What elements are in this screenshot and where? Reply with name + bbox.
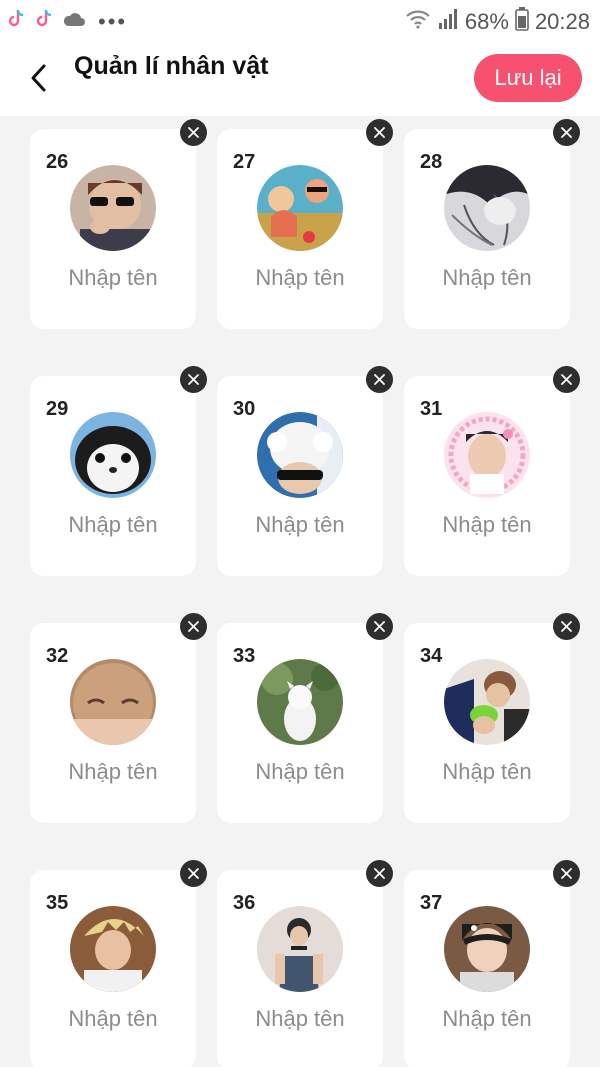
name-input[interactable]: Nhập tên bbox=[404, 759, 570, 785]
delete-character-button[interactable] bbox=[366, 366, 393, 393]
back-button[interactable] bbox=[22, 58, 54, 98]
character-card: 26 Nhập tên bbox=[30, 129, 196, 329]
delete-character-button[interactable] bbox=[553, 119, 580, 146]
delete-character-button[interactable] bbox=[180, 119, 207, 146]
character-number: 29 bbox=[46, 398, 69, 420]
close-icon bbox=[188, 621, 199, 632]
close-icon bbox=[561, 127, 572, 138]
name-input[interactable]: Nhập tên bbox=[404, 265, 570, 291]
character-card: 35 Nhập tên bbox=[30, 870, 196, 1067]
character-avatar[interactable] bbox=[70, 412, 156, 498]
character-number: 30 bbox=[233, 398, 256, 420]
character-card: 28 Nhập tên bbox=[404, 129, 570, 329]
character-grid: 26 Nhập tên 27 Nhập tên 28 Nhập tên 29 N… bbox=[0, 116, 600, 1067]
character-avatar[interactable] bbox=[257, 906, 343, 992]
character-card: 37 Nhập tên bbox=[404, 870, 570, 1067]
character-card: 33 Nhập tên bbox=[217, 623, 383, 823]
app-header: Quản lí nhân vật Lưu lại bbox=[0, 40, 600, 116]
close-icon bbox=[188, 374, 199, 385]
delete-character-button[interactable] bbox=[366, 860, 393, 887]
character-number: 32 bbox=[46, 645, 69, 667]
cloud-icon bbox=[62, 10, 86, 33]
battery-icon bbox=[515, 7, 529, 37]
status-left-icons: ••• bbox=[6, 8, 127, 35]
name-input[interactable]: Nhập tên bbox=[404, 512, 570, 538]
character-avatar[interactable] bbox=[444, 412, 530, 498]
name-input[interactable]: Nhập tên bbox=[30, 265, 196, 291]
delete-character-button[interactable] bbox=[553, 366, 580, 393]
signal-icon bbox=[437, 8, 459, 36]
name-input[interactable]: Nhập tên bbox=[217, 265, 383, 291]
close-icon bbox=[188, 127, 199, 138]
name-input[interactable]: Nhập tên bbox=[404, 1006, 570, 1032]
more-dots-icon: ••• bbox=[98, 8, 128, 34]
character-number: 28 bbox=[420, 151, 443, 173]
status-right-icons: 68% 20:28 bbox=[405, 7, 590, 37]
save-button[interactable]: Lưu lại bbox=[474, 54, 582, 102]
wifi-icon bbox=[405, 8, 431, 36]
close-icon bbox=[374, 374, 385, 385]
character-avatar[interactable] bbox=[70, 165, 156, 251]
character-card: 30 Nhập tên bbox=[217, 376, 383, 576]
character-number: 27 bbox=[233, 151, 256, 173]
battery-percent: 68% bbox=[464, 9, 509, 34]
status-bar: ••• 68% 20:28 bbox=[0, 0, 600, 40]
character-number: 37 bbox=[420, 892, 443, 914]
character-avatar[interactable] bbox=[444, 659, 530, 745]
page-title: Quản lí nhân vật bbox=[74, 52, 269, 80]
name-input[interactable]: Nhập tên bbox=[30, 512, 196, 538]
character-avatar[interactable] bbox=[70, 659, 156, 745]
delete-character-button[interactable] bbox=[366, 613, 393, 640]
close-icon bbox=[374, 868, 385, 879]
character-avatar[interactable] bbox=[444, 165, 530, 251]
name-input[interactable]: Nhập tên bbox=[30, 1006, 196, 1032]
character-number: 33 bbox=[233, 645, 256, 667]
character-avatar[interactable] bbox=[444, 906, 530, 992]
chevron-left-icon bbox=[31, 64, 46, 92]
name-input[interactable]: Nhập tên bbox=[217, 759, 383, 785]
close-icon bbox=[561, 868, 572, 879]
close-icon bbox=[374, 621, 385, 632]
character-avatar[interactable] bbox=[257, 165, 343, 251]
character-number: 36 bbox=[233, 892, 256, 914]
character-avatar[interactable] bbox=[257, 412, 343, 498]
close-icon bbox=[561, 621, 572, 632]
delete-character-button[interactable] bbox=[553, 613, 580, 640]
character-card: 36 Nhập tên bbox=[217, 870, 383, 1067]
character-avatar[interactable] bbox=[257, 659, 343, 745]
character-number: 26 bbox=[46, 151, 69, 173]
character-number: 35 bbox=[46, 892, 69, 914]
character-card: 27 Nhập tên bbox=[217, 129, 383, 329]
character-card: 32 Nhập tên bbox=[30, 623, 196, 823]
character-number: 34 bbox=[420, 645, 443, 667]
delete-character-button[interactable] bbox=[553, 860, 580, 887]
delete-character-button[interactable] bbox=[180, 366, 207, 393]
character-card: 34 Nhập tên bbox=[404, 623, 570, 823]
delete-character-button[interactable] bbox=[366, 119, 393, 146]
delete-character-button[interactable] bbox=[180, 613, 207, 640]
tiktok-icon bbox=[34, 8, 56, 35]
close-icon bbox=[561, 374, 572, 385]
character-avatar[interactable] bbox=[70, 906, 156, 992]
character-card: 29 Nhập tên bbox=[30, 376, 196, 576]
close-icon bbox=[188, 868, 199, 879]
close-icon bbox=[374, 127, 385, 138]
delete-character-button[interactable] bbox=[180, 860, 207, 887]
character-number: 31 bbox=[420, 398, 443, 420]
status-time: 20:28 bbox=[534, 9, 590, 34]
name-input[interactable]: Nhập tên bbox=[30, 759, 196, 785]
tiktok-icon bbox=[6, 8, 28, 35]
character-card: 31 Nhập tên bbox=[404, 376, 570, 576]
name-input[interactable]: Nhập tên bbox=[217, 1006, 383, 1032]
name-input[interactable]: Nhập tên bbox=[217, 512, 383, 538]
